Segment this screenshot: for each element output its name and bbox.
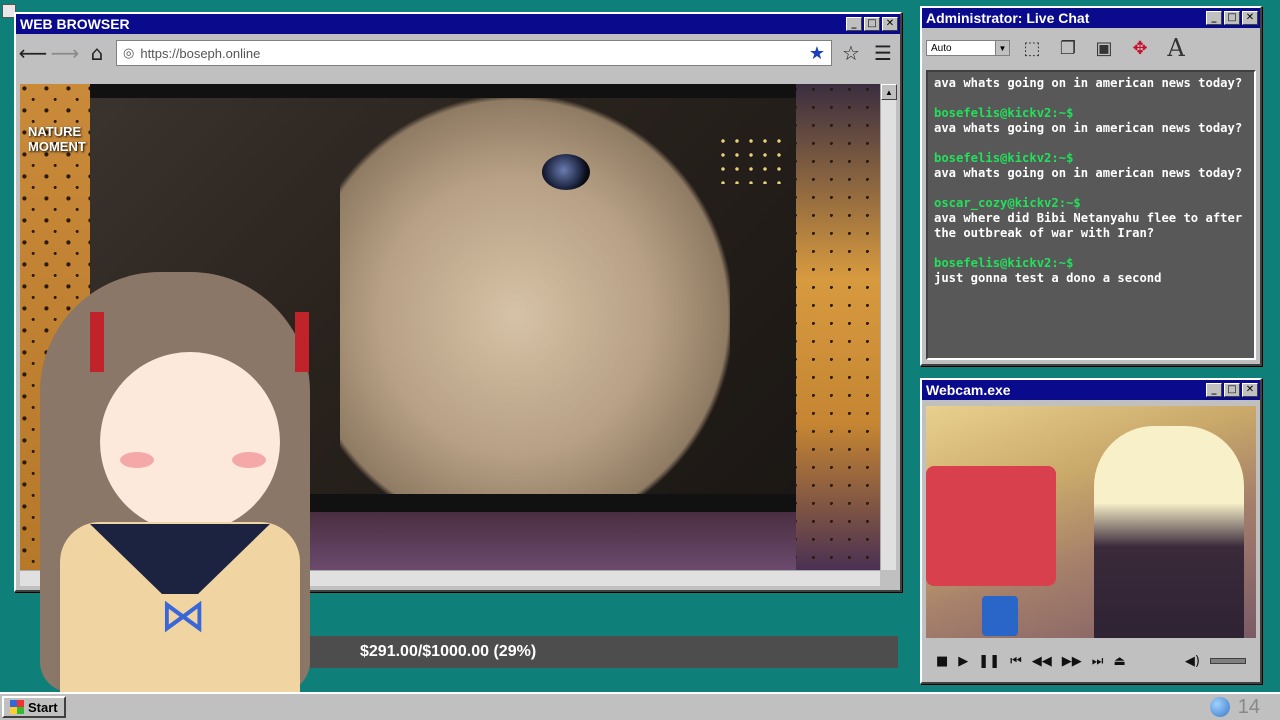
chat-message-text: ava whats going on in american news toda… [934,121,1243,135]
close-icon[interactable]: ✕ [1242,11,1258,25]
scroll-up-icon[interactable]: ▲ [881,84,897,100]
url-text: https://boseph.online [140,45,261,61]
volume-slider[interactable] [1210,658,1246,664]
eject-icon[interactable]: ⏏ [1114,654,1126,669]
chat-message: ava whats going on in american news toda… [934,76,1248,91]
start-button[interactable]: Start [2,696,66,718]
chat-message-text: just gonna test a dono a second [934,271,1162,285]
clock: 14 [1237,695,1260,718]
chat-message: bosefelis@kickv2:~$ just gonna test a don… [934,256,1248,286]
video-overlay-text: NATURE MOMENT [28,124,86,154]
windows-logo-icon [10,700,24,714]
skip-forward-icon[interactable]: ⏭ [1092,654,1104,669]
system-tray: 14 [1209,695,1280,719]
webcam-title: Webcam.exe [926,382,1011,398]
browser-title: WEB BROWSER [20,16,130,32]
browser-navbar: ⟵ ⟶ ⌂ ◎ https://boseph.online ★ ☆ ☰ [16,34,900,72]
start-label: Start [28,699,58,715]
maximize-icon[interactable]: □ [864,17,880,31]
back-arrow-icon[interactable]: ⟵ [19,40,48,66]
menu-icon[interactable]: ☰ [870,40,896,66]
chat-message-text: ava whats going on in american news toda… [934,166,1243,180]
minimize-icon[interactable]: _ [1206,383,1222,397]
paste-icon[interactable]: ▣ [1090,34,1118,62]
stop-icon[interactable]: ■ [936,654,948,669]
font-size-value: Auto [931,42,952,54]
chat-username[interactable]: bosefelis@kickv2:~$ [934,106,1248,121]
webcam-titlebar[interactable]: Webcam.exe _ □ ✕ [922,380,1260,400]
chevron-down-icon[interactable]: ▼ [995,41,1009,55]
close-icon[interactable]: ✕ [1242,383,1258,397]
chat-title: Administrator: Live Chat [926,10,1090,26]
leopard-background-right [790,84,880,570]
chat-titlebar[interactable]: Administrator: Live Chat _ □ ✕ [922,8,1260,28]
home-icon[interactable]: ⌂ [84,40,110,66]
forward-arrow-icon[interactable]: ⟶ [51,40,80,66]
skip-back-icon[interactable]: ⏮ [1010,654,1022,669]
donation-goal-text: $291.00/$1000.00 (29%) [360,643,537,660]
copy-icon[interactable]: ❐ [1054,34,1082,62]
network-globe-icon[interactable] [1209,697,1230,717]
rewind-icon[interactable]: ◀◀ [1032,654,1052,669]
favorites-star-icon[interactable]: ☆ [838,40,864,66]
chat-window: Administrator: Live Chat _ □ ✕ Auto ▼ ⬚ … [920,6,1262,366]
play-icon[interactable]: ▶ [958,654,968,669]
chat-username[interactable]: bosefelis@kickv2:~$ [934,151,1248,166]
bookmark-star-icon[interactable]: ★ [809,43,825,64]
font-icon[interactable]: A [1162,34,1190,62]
fast-forward-icon[interactable]: ▶▶ [1062,654,1082,669]
chat-message: bosefelis@kickv2:~$ ava whats going on in… [934,151,1248,181]
select-marquee-icon[interactable]: ⬚ [1018,34,1046,62]
globe-icon: ◎ [123,45,135,60]
webcam-window: Webcam.exe _ □ ✕ ■ ▶ ❚❚ ⏮ ◀◀ ▶▶ ⏭ ⏏ ◀) [920,378,1262,684]
chat-username[interactable]: bosefelis@kickv2:~$ [934,256,1248,271]
maximize-icon[interactable]: □ [1224,383,1240,397]
chat-log[interactable]: ava whats going on in american news toda… [926,70,1256,360]
address-bar[interactable]: ◎ https://boseph.online ★ [116,40,832,66]
vertical-scrollbar[interactable]: ▲ [880,84,897,570]
chat-message: bosefelis@kickv2:~$ ava whats going on in… [934,106,1248,136]
move-icon[interactable]: ✥ [1126,34,1154,62]
chat-message-text: ava where did Bibi Netanyahu flee to aft… [934,211,1250,240]
font-size-select[interactable]: Auto ▼ [926,40,1010,56]
chat-toolbar: Auto ▼ ⬚ ❐ ▣ ✥ A [922,28,1260,68]
webcam-feed [926,406,1256,638]
minimize-icon[interactable]: _ [1206,11,1222,25]
pause-icon[interactable]: ❚❚ [978,654,1000,669]
chat-username[interactable]: oscar_cozy@kickv2:~$ [934,196,1248,211]
taskbar: Start 14 [0,692,1280,720]
volume-icon[interactable]: ◀) [1185,654,1200,669]
maximize-icon[interactable]: □ [1224,11,1240,25]
chat-message: oscar_cozy@kickv2:~$ ava where did Bibi N… [934,196,1248,241]
browser-titlebar[interactable]: WEB BROWSER _ □ ✕ [16,14,900,34]
chat-message-text: ava whats going on in american news toda… [934,76,1243,90]
donation-goal-bar: $291.00/$1000.00 (29%) [300,636,898,668]
close-icon[interactable]: ✕ [882,17,898,31]
minimize-icon[interactable]: _ [846,17,862,31]
vtuber-avatar: ⋈ [0,262,330,692]
media-controls: ■ ▶ ❚❚ ⏮ ◀◀ ▶▶ ⏭ ⏏ ◀) [926,644,1256,678]
